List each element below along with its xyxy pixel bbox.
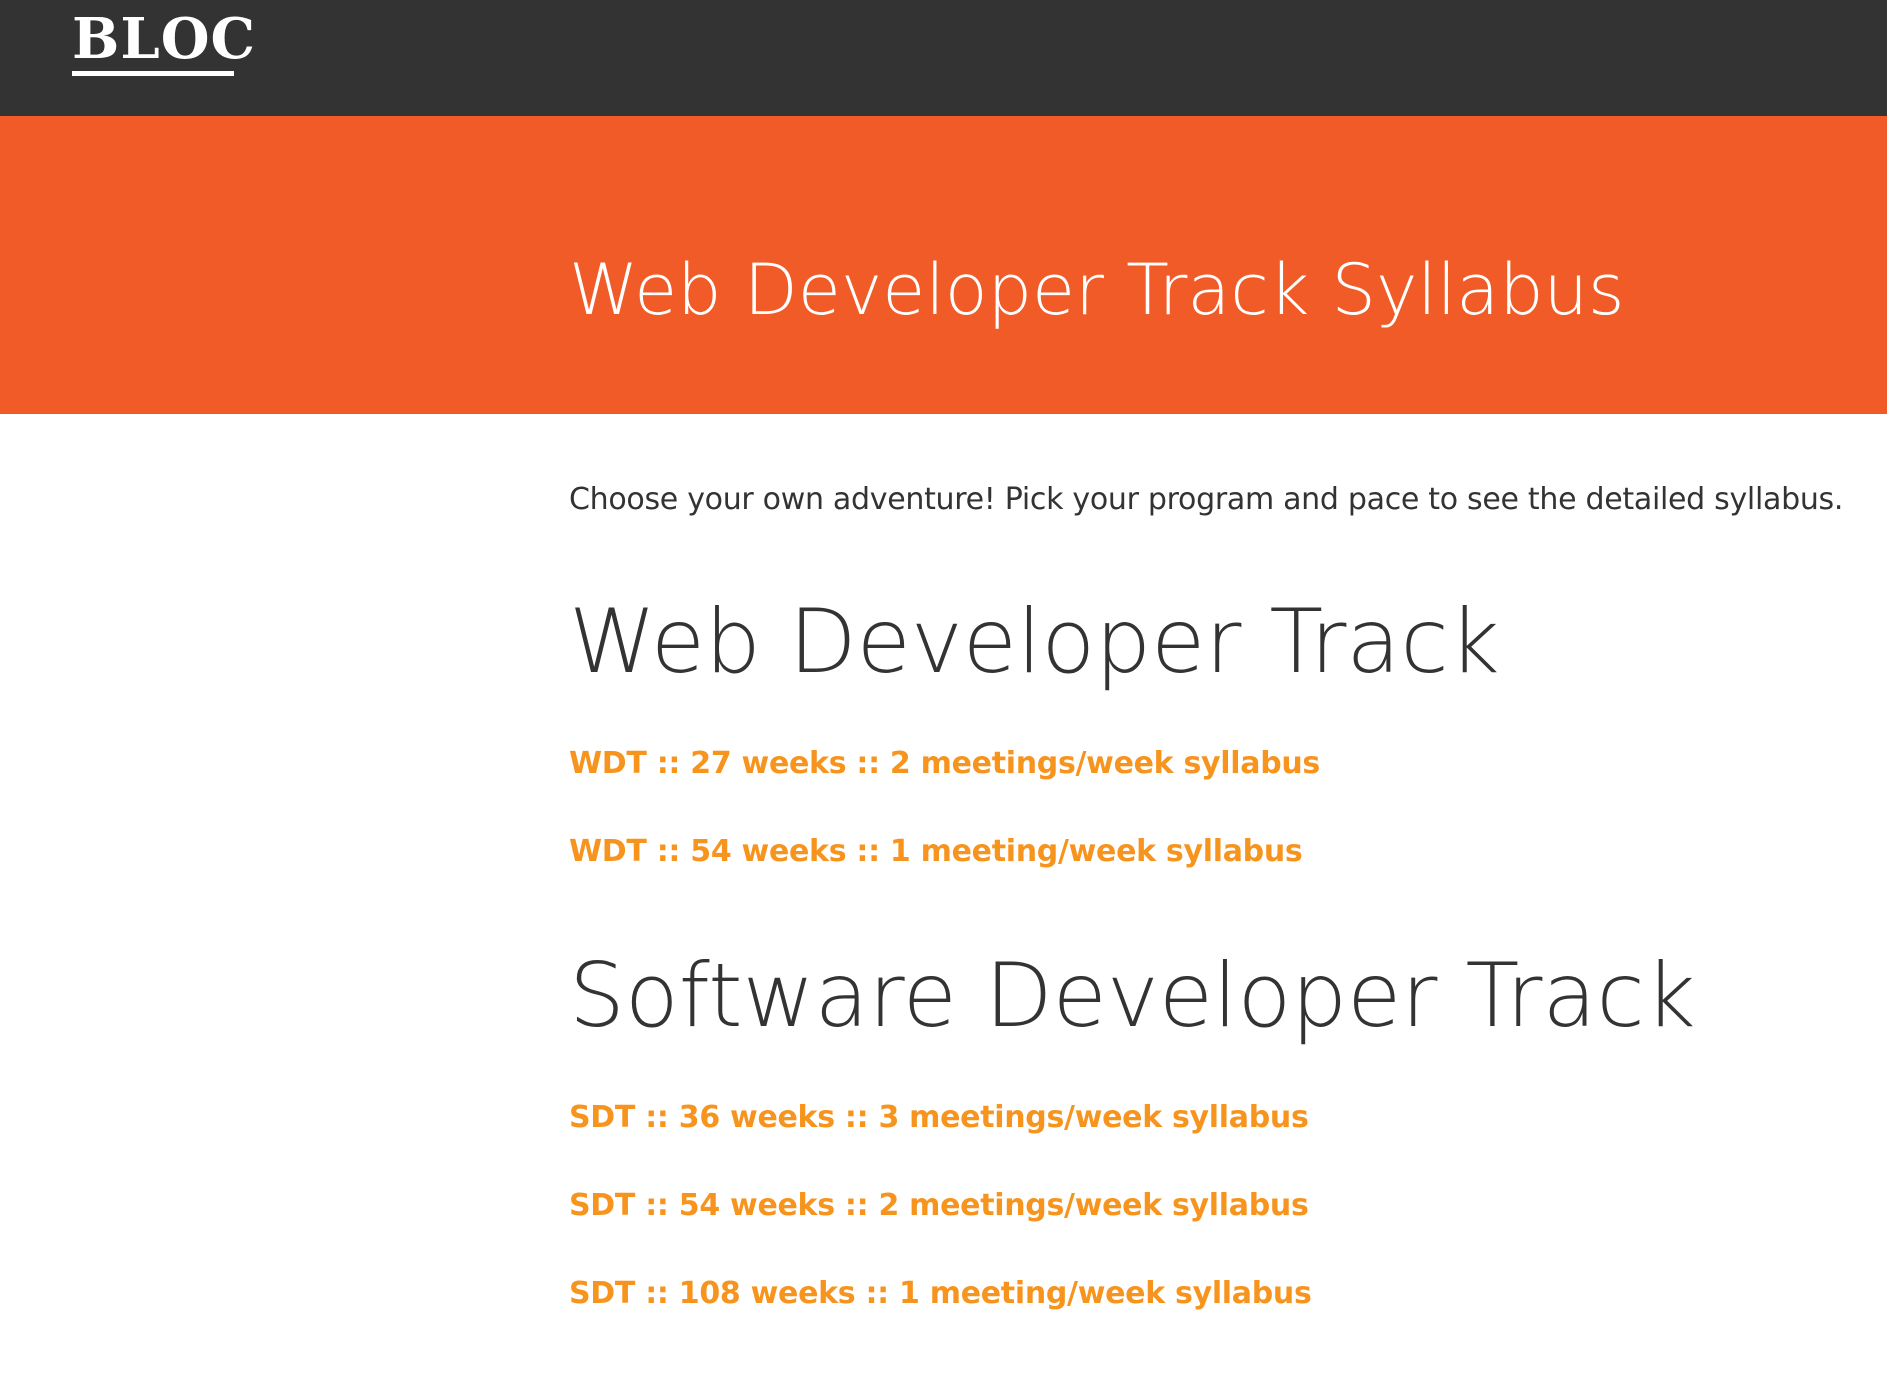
web-developer-track-heading: Web Developer Track <box>569 590 1500 693</box>
page-title: Web Developer Track Syllabus <box>569 249 1625 331</box>
logo-underline <box>72 71 234 76</box>
bloc-logo[interactable]: BLOC <box>72 4 256 74</box>
sdt-54-weeks-link[interactable]: SDT :: 54 weeks :: 2 meetings/week sylla… <box>569 1184 1309 1228</box>
wdt-27-weeks-link[interactable]: WDT :: 27 weeks :: 2 meetings/week sylla… <box>569 742 1320 786</box>
intro-text: Choose your own adventure! Pick your pro… <box>569 482 1844 517</box>
sdt-108-weeks-link[interactable]: SDT :: 108 weeks :: 1 meeting/week sylla… <box>569 1272 1312 1316</box>
sdt-36-weeks-link[interactable]: SDT :: 36 weeks :: 3 meetings/week sylla… <box>569 1096 1309 1140</box>
software-developer-track-heading: Software Developer Track <box>569 944 1696 1047</box>
top-navigation-bar: BLOC <box>0 0 1887 116</box>
wdt-54-weeks-link[interactable]: WDT :: 54 weeks :: 1 meeting/week syllab… <box>569 830 1303 874</box>
